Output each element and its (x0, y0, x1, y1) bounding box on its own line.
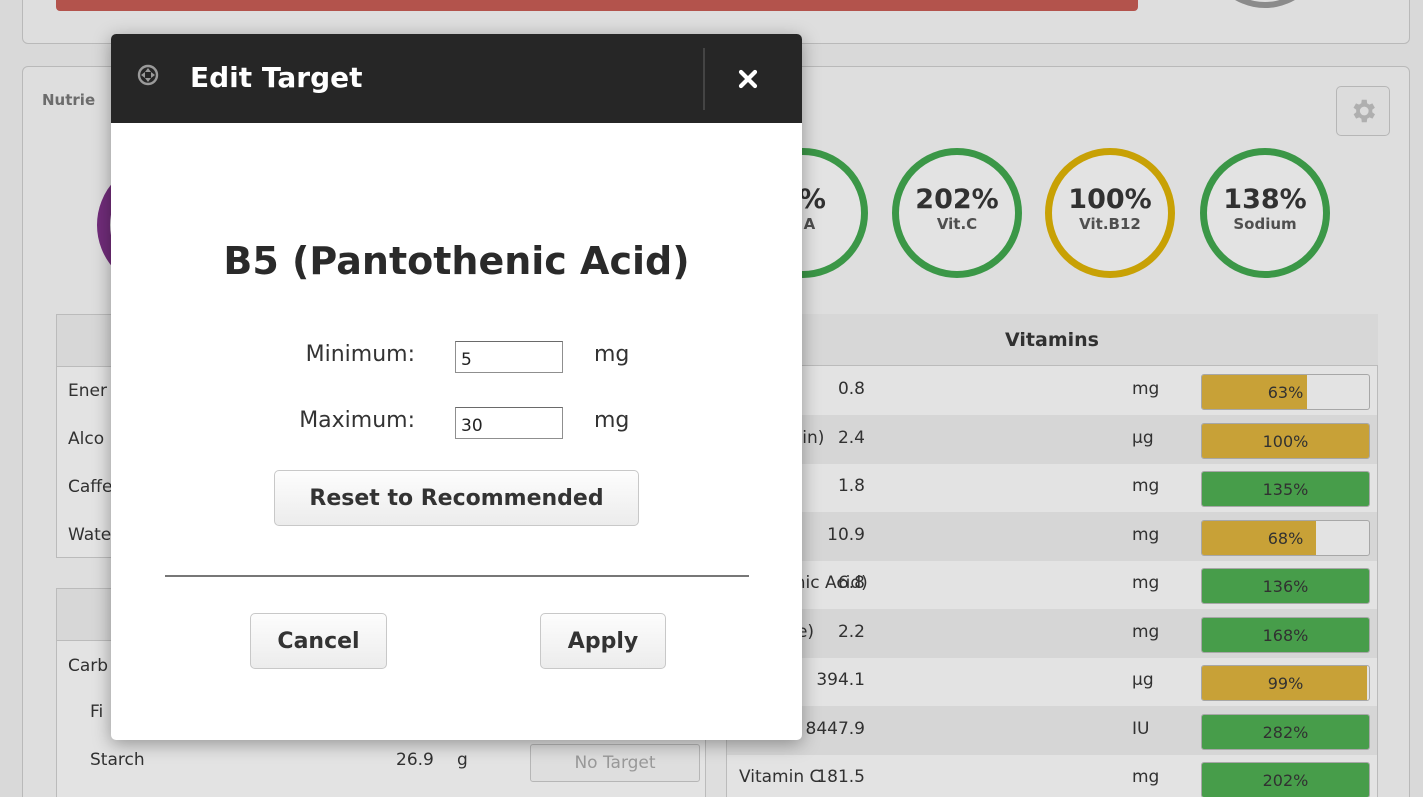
apply-button[interactable]: Apply (540, 613, 666, 669)
cancel-button[interactable]: Cancel (250, 613, 387, 669)
maximum-input[interactable] (455, 407, 563, 439)
reset-to-recommended-button[interactable]: Reset to Recommended (274, 470, 639, 526)
edit-target-dialog: Edit Target B5 (Pantothenic Acid) Minimu… (111, 34, 802, 740)
dialog-header[interactable]: Edit Target (111, 34, 802, 123)
maximum-label: Maximum: (299, 408, 415, 433)
nutrient-name: B5 (Pantothenic Acid) (223, 239, 690, 283)
maximum-unit: mg (594, 408, 630, 433)
minimum-input[interactable] (455, 341, 563, 373)
close-button[interactable] (723, 56, 773, 102)
close-icon (738, 69, 758, 89)
header-divider (703, 48, 705, 110)
minimum-label: Minimum: (305, 342, 415, 367)
dialog-divider (165, 575, 749, 577)
minimum-unit: mg (594, 342, 630, 367)
move-icon[interactable] (135, 62, 161, 88)
dialog-title: Edit Target (190, 61, 363, 94)
